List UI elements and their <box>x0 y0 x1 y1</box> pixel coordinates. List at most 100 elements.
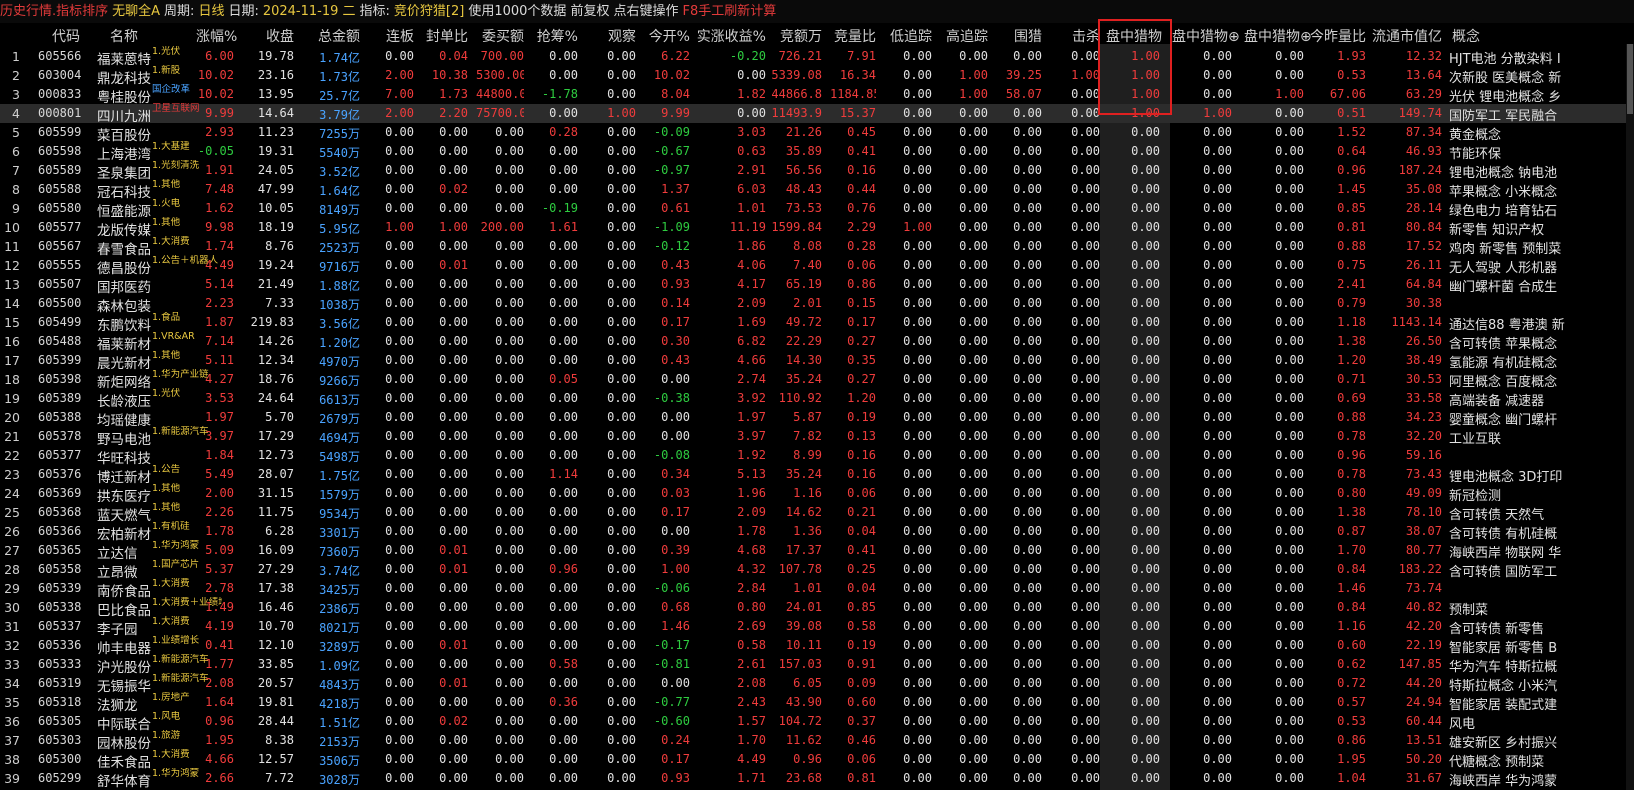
header-name[interactable]: 名称 <box>110 26 166 46</box>
table-row[interactable]: 29 605339 南侨食品 1.大消费 2.78 17.38 3425万 0.00 0.00 0… <box>0 578 1634 600</box>
header-lb[interactable]: 连板 <box>368 26 414 46</box>
header-gn[interactable]: 概念 <box>1452 26 1532 46</box>
cell-gc: 0.00 <box>607 334 636 348</box>
cell-gn: 国防军工 军民融合 <box>1449 109 1558 124</box>
table-row[interactable]: 11 605567 春雪食品 1.大消费 1.74 8.76 2523万 0.00 0.00 0.… <box>0 236 1634 258</box>
header-wm[interactable]: 委买额 <box>476 26 524 46</box>
header-jz[interactable]: 击杀 <box>1046 26 1100 46</box>
cell-p3: 0.00 <box>1275 372 1304 386</box>
table-row[interactable]: 22 605377 华旺科技 1.84 12.73 5498万 0.00 0.00 0.00 0.… <box>0 446 1634 467</box>
table-row[interactable]: 28 605358 立昂微 1.国产芯片 5.37 27.29 3.74亿 0.00 0.01 0… <box>0 559 1634 581</box>
cell-jk: 0.00 <box>661 410 690 424</box>
cell-i: 31 <box>4 619 20 634</box>
cell-amount: 4970万 <box>300 353 360 370</box>
cell-p2: 0.00 <box>1203 410 1232 424</box>
cell-fd: 0.00 <box>439 201 468 215</box>
amount-value: 6613 <box>319 393 348 407</box>
table-row[interactable]: 34 605319 无锡振华 1.新能源汽车 2.08 20.57 4843万 0.00 0.0… <box>0 673 1634 695</box>
table-row[interactable]: 32 605336 帅丰电器 1.业绩增长 0.41 12.10 3289万 0.00 0.01… <box>0 635 1634 657</box>
vertical-scrollbar[interactable] <box>1626 44 1634 790</box>
cell-p1: 0.00 <box>1131 657 1160 671</box>
cell-lt: 64.84 <box>1405 277 1442 291</box>
table-row[interactable]: 26 605366 宏柏新材 1.有机硅 1.78 6.28 3301万 0.00 0.00 0.… <box>0 521 1634 543</box>
table-row[interactable]: 15 605499 东鹏饮料 1.食品 1.87 219.83 3.56亿 0.00 0.00 0… <box>0 312 1634 334</box>
topbar-item-10[interactable]: 点右键操作 <box>613 4 678 19</box>
header-qc[interactable]: 抢筹% <box>530 26 578 46</box>
cell-gz: 0.00 <box>959 372 988 386</box>
table-row[interactable]: 38 605300 佳禾食品 1.大消费 4.66 12.57 3506万 0.00 0.00 0… <box>0 749 1634 771</box>
table-row[interactable]: 36 605305 中际联合 1.风电 0.96 28.44 1.51亿 0.00 0.02 0.… <box>0 711 1634 733</box>
table-row[interactable]: 25 605368 蓝天燃气 1.其他 2.26 11.75 9534万 0.00 0.00 0.… <box>0 502 1634 524</box>
header-amt[interactable]: 总金额 <box>300 26 360 46</box>
header-zf[interactable]: 涨幅% <box>196 26 237 46</box>
topbar-item-11[interactable]: F8手工刷新计算 <box>682 4 776 19</box>
table-row[interactable]: 17 605399 晨光新材 1.其他 5.11 12.34 4970万 0.00 0.00 0.… <box>0 350 1634 372</box>
table-row[interactable]: 12 605555 德昌股份 1.公告＋机器人 4.49 19.24 9716万 0.00 0.… <box>0 255 1634 277</box>
table-row[interactable]: 35 605318 法狮龙 1.房地产 1.64 19.81 4218万 0.00 0.00 0.… <box>0 692 1634 714</box>
cell-wm: 0.00 <box>495 353 524 367</box>
table-row[interactable]: 7 605589 圣泉集团 1.光刻清洗 1.91 24.05 3.52亿 0.00 0.00 0… <box>0 160 1634 182</box>
table-row[interactable]: 21 605378 野马电池 1.新能源汽车 3.97 17.29 4694万 0.00 0.0… <box>0 426 1634 448</box>
table-row[interactable]: 4 000801 四川九洲 卫星互联网 9.99 14.64 3.79亿 2.00 2.20 75… <box>0 103 1634 125</box>
cell-fd: 0.00 <box>439 619 468 633</box>
header-p2[interactable]: 盘中猎物⊕ <box>1172 26 1240 46</box>
header-jk[interactable]: 今开% <box>636 26 690 46</box>
table-row[interactable]: 27 605365 立达信 1.华为鸿蒙 5.09 16.09 7360万 0.00 0.01 0… <box>0 540 1634 562</box>
header-fd[interactable]: 封单比 <box>422 26 468 46</box>
table-row[interactable]: 5 605599 菜百股份 2.93 11.23 7255万 0.00 0.00 0.00 0.2… <box>0 123 1634 144</box>
table-row[interactable]: 1 605566 福莱蒽特 1.光伏 6.00 19.78 1.74亿 0.00 0.04 700… <box>0 46 1634 68</box>
table-row[interactable]: 2 603004 鼎龙科技 1.新股 10.02 23.16 1.73亿 2.00 10.38 5… <box>0 65 1634 87</box>
cell-lbb: 0.16 <box>847 467 876 481</box>
table-row[interactable]: 39 605299 舒华体育 1.华为鸿蒙 2.66 7.72 3028万 0.00 0.00 0… <box>0 768 1634 790</box>
table-row[interactable]: 33 605333 沪光股份 1.新能源汽车 1.77 33.85 1.09亿 0.00 0.0… <box>0 654 1634 676</box>
scrollbar-thumb[interactable] <box>1627 44 1633 114</box>
cell-zr: 0.72 <box>1337 676 1366 690</box>
table-row[interactable]: 8 605588 冠石科技 1.其他 7.48 47.99 1.64亿 0.00 0.02 0.0… <box>0 179 1634 201</box>
amount-unit: 万 <box>347 355 360 369</box>
header-zr[interactable]: 今昨量比 <box>1310 26 1366 46</box>
header-code[interactable]: 代码 <box>52 26 102 46</box>
table-row[interactable]: 13 605507 国邦医药 5.14 21.49 1.88亿 0.00 0.00 0.00 0.… <box>0 275 1634 296</box>
table-row[interactable]: 18 605398 新炬网络 1.华为产业链 4.27 18.76 9266万 0.00 0.0… <box>0 369 1634 391</box>
table-row[interactable]: 30605338巴比食品1.大消费＋业绩增长1.4916.462386万0.00… <box>0 597 1634 619</box>
table-row[interactable]: 23 605376 博迁新材 1.公告 5.49 28.07 1.75亿 0.00 0.00 0.… <box>0 464 1634 486</box>
cell-lb: 0.00 <box>385 49 414 63</box>
table-row[interactable]: 6 605598 上海港湾 1.大基建 -0.05 19.31 5540万 0.00 0.00 0… <box>0 141 1634 163</box>
table-row[interactable]: 20 605388 均瑶健康 1.97 5.70 2679万 0.00 0.00 0.00 0.0… <box>0 408 1634 429</box>
cell-zr: 0.51 <box>1337 106 1366 120</box>
cell-lb: 2.00 <box>385 68 414 82</box>
header-gc[interactable]: 观察 <box>580 26 636 46</box>
table-row[interactable]: 37 605303 园林股份 1.旅游 1.95 8.38 2153万 0.00 0.00 0.0… <box>0 730 1634 752</box>
header-lt[interactable]: 流通市值亿 <box>1370 26 1442 46</box>
header-je[interactable]: 竞额万 <box>770 26 822 46</box>
cell-amount: 7360万 <box>300 543 360 560</box>
cell-sp: 18.76 <box>257 372 294 386</box>
header-dz[interactable]: 低追踪 <box>880 26 932 46</box>
table-row[interactable]: 3 000833 粤桂股份 国企改革 10.02 13.95 25.7亿 7.00 1.73 44… <box>0 84 1634 106</box>
cell-jz: 0.00 <box>1071 676 1100 690</box>
header-wl[interactable]: 围猎 <box>992 26 1042 46</box>
cell-wl: 0.00 <box>1013 771 1042 785</box>
table-row[interactable]: 24 605369 拱东医疗 1.其他 2.00 31.15 1579万 0.00 0.00 0.… <box>0 483 1634 505</box>
header-lbb[interactable]: 竞量比 <box>830 26 876 46</box>
table-row[interactable]: 16 605488 福莱新材 1.VR&AR 7.14 14.26 1.20亿 0.00 0.0… <box>0 331 1634 353</box>
cell-fd: 0.00 <box>439 163 468 177</box>
amount-unit: 亿 <box>347 336 360 350</box>
table-row[interactable]: 10 605577 龙版传媒 1.其他 9.98 18.19 5.95亿 1.00 1.00 20… <box>0 217 1634 239</box>
cell-sp: 27.29 <box>257 562 294 576</box>
cell-lbb: 1184.85 <box>830 87 876 101</box>
table-row[interactable]: 19 605389 长龄液压 1.光伏 3.53 24.64 6613万 0.00 0.00 0.… <box>0 388 1634 410</box>
cell-wm: 200.00 <box>480 220 524 234</box>
table-row[interactable]: 9 605580 恒盛能源 1.火电 1.62 10.05 8149万 0.00 0.00 0.0… <box>0 198 1634 220</box>
cell-lbb: 0.41 <box>847 144 876 158</box>
header-sp[interactable]: 收盘 <box>250 26 294 46</box>
cell-zf: 2.08 <box>205 676 234 690</box>
cell-qc: 0.00 <box>549 353 578 367</box>
header-sz[interactable]: 实涨收益% <box>696 26 766 46</box>
cell-dz: 0.00 <box>903 353 932 367</box>
header-gz[interactable]: 高追踪 <box>936 26 988 46</box>
table-row[interactable]: 31 605337 李子园 1.大消费 4.19 10.70 8021万 0.00 0.00 0.… <box>0 616 1634 638</box>
cell-je: 21.26 <box>785 125 822 139</box>
table-row[interactable]: 14 605500 森林包装 2.23 7.33 1038万 0.00 0.00 0.00 0.0… <box>0 294 1634 315</box>
header-p3[interactable]: 盘中猎物⊕ <box>1244 26 1312 46</box>
